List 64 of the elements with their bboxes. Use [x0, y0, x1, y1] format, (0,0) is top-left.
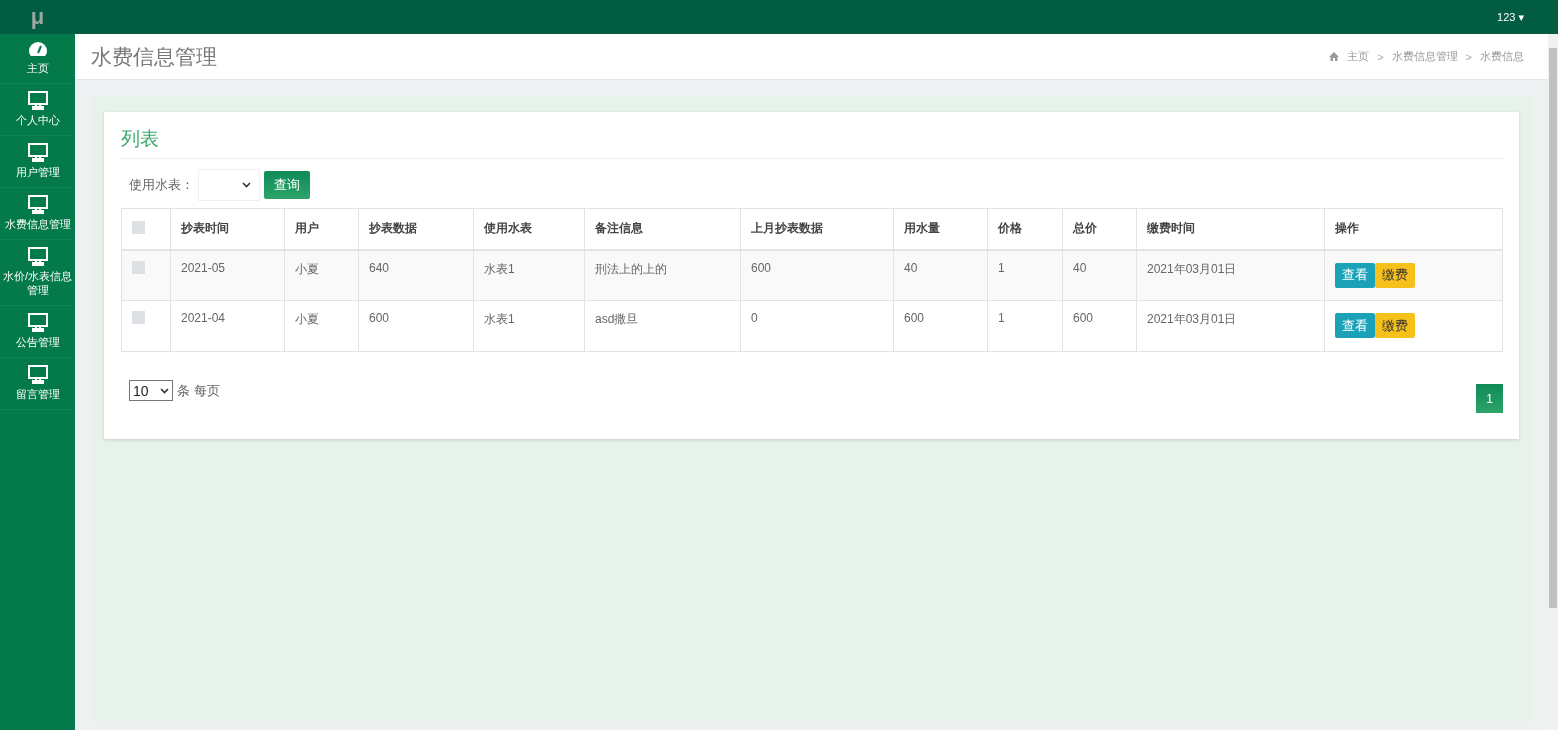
dashboard-icon: [27, 41, 48, 58]
monitor-icon: [27, 313, 48, 332]
table-cell: 2021-05: [170, 249, 285, 301]
chevron-down-icon: [242, 182, 251, 188]
monitor-icon: [27, 143, 48, 162]
monitor-icon: [27, 195, 48, 214]
column-header: 用水量: [893, 208, 988, 250]
chevron-down-icon: [160, 387, 169, 394]
monitor-icon: [27, 365, 48, 384]
view-button[interactable]: 查看: [1335, 262, 1375, 288]
table-cell: 600: [740, 249, 894, 301]
breadcrumb-separator: >: [1377, 50, 1384, 63]
table-cell: asd撒旦: [584, 300, 741, 352]
table-cell: 小夏: [284, 300, 359, 352]
logo: μ: [0, 0, 75, 34]
page-title: 水费信息管理: [91, 43, 217, 70]
breadcrumb-link[interactable]: 主页: [1347, 49, 1370, 64]
breadcrumb-link[interactable]: 水费信息管理: [1391, 49, 1458, 64]
table-cell: 600: [1062, 300, 1137, 352]
table-cell: 水表1: [473, 300, 585, 352]
monitor-icon: [27, 247, 48, 266]
table-cell: 2021年03月01日: [1136, 249, 1325, 301]
breadcrumb-separator: >: [1465, 50, 1472, 63]
user-menu[interactable]: 123 ▾: [1497, 10, 1524, 24]
column-header: 抄表数据: [358, 208, 474, 250]
column-header: 价格: [987, 208, 1063, 250]
filter-label: 使用水表：: [129, 176, 194, 194]
table-cell: 1: [987, 300, 1063, 352]
page-button[interactable]: 1: [1476, 384, 1503, 413]
column-header: 缴费时间: [1136, 208, 1325, 250]
select-all-checkbox[interactable]: [132, 220, 145, 234]
column-header: 使用水表: [473, 208, 585, 250]
table-cell: 600: [358, 300, 474, 352]
table-cell: 640: [358, 249, 474, 301]
column-header: 操作: [1324, 208, 1503, 250]
table-cell: 40: [1062, 249, 1137, 301]
pay-button[interactable]: 缴费: [1375, 262, 1415, 288]
card-title: 列表: [121, 126, 1503, 159]
monitor-icon: [27, 91, 48, 110]
search-button[interactable]: 查询: [264, 171, 310, 199]
table-cell: 水表1: [473, 249, 585, 301]
table-cell: 2021-04: [170, 300, 285, 352]
column-header: 备注信息: [584, 208, 741, 250]
column-header: 上月抄表数据: [740, 208, 894, 250]
table-cell: 600: [893, 300, 988, 352]
scrollbar[interactable]: [1548, 34, 1558, 730]
meter-select[interactable]: [198, 169, 260, 201]
row-checkbox[interactable]: [132, 260, 145, 274]
column-header: 抄表时间: [170, 208, 285, 250]
page-size-label: 条 每页: [177, 381, 220, 400]
table-cell: 小夏: [284, 249, 359, 301]
page-size-select[interactable]: 10: [129, 380, 173, 401]
pay-button[interactable]: 缴费: [1375, 313, 1415, 338]
table-cell: 1: [987, 249, 1063, 301]
column-header: 总价: [1062, 208, 1137, 250]
row-checkbox[interactable]: [132, 311, 145, 324]
column-header: 用户: [284, 208, 359, 250]
view-button[interactable]: 查看: [1335, 313, 1375, 338]
table-cell: 0: [740, 300, 894, 352]
breadcrumb-link[interactable]: 水费信息: [1480, 49, 1524, 64]
home-icon: [1329, 52, 1340, 61]
table-cell: 2021年03月01日: [1136, 300, 1325, 352]
table-cell: 刑法上的上的: [584, 249, 741, 301]
table-cell: 40: [893, 249, 988, 301]
